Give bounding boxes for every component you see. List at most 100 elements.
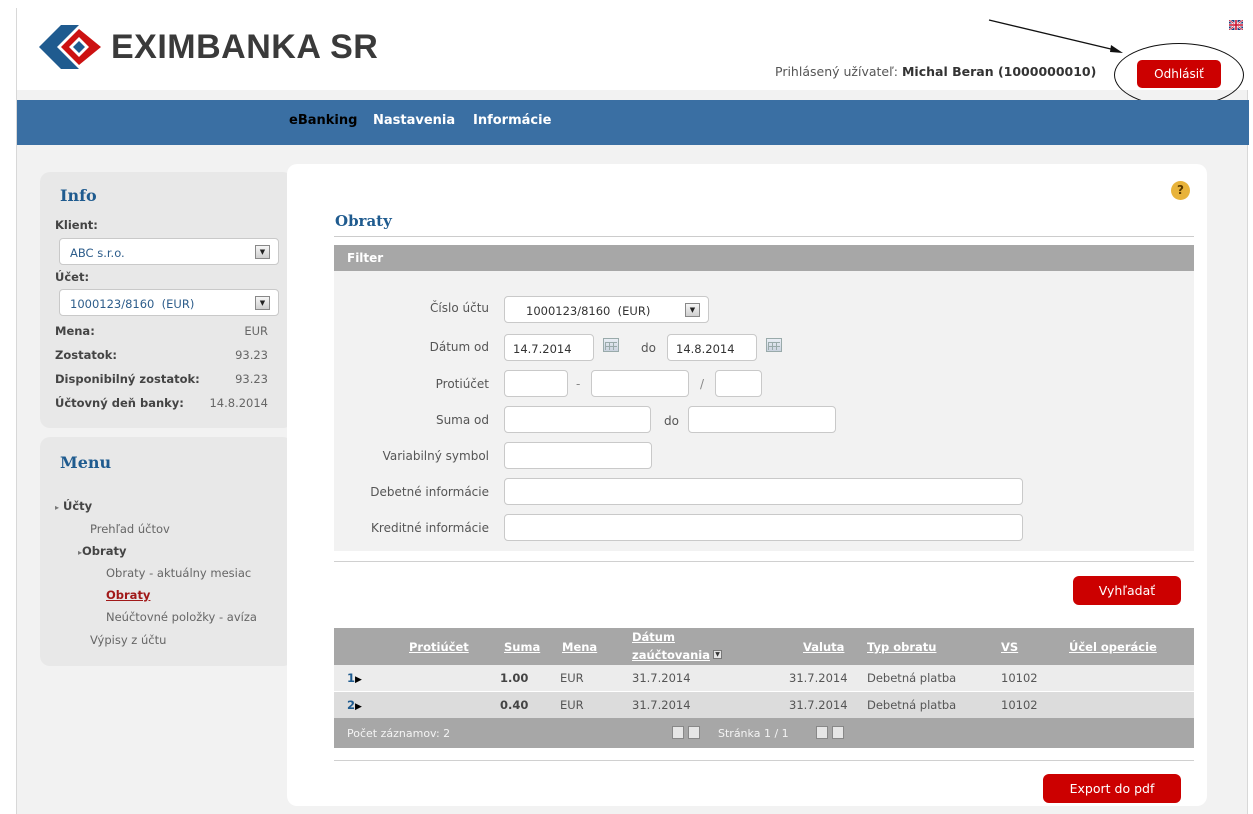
row-number: 1 bbox=[347, 671, 356, 685]
available-balance-label: Disponibilný zostatok: bbox=[55, 372, 200, 386]
client-label: Klient: bbox=[55, 218, 98, 232]
filter-account-value: 1000123/8160 (EUR) bbox=[526, 304, 651, 318]
debit-info-label: Debetné informácie bbox=[370, 485, 489, 499]
prev-page-icon[interactable] bbox=[688, 726, 700, 739]
expand-arrow-icon: ▶ bbox=[355, 675, 362, 685]
cell-vs: 10102 bbox=[1001, 671, 1038, 685]
variable-symbol-input[interactable] bbox=[504, 442, 652, 469]
chevron-down-icon[interactable]: ▼ bbox=[255, 245, 270, 259]
table-row[interactable]: 1▶ 1.00 EUR 31.7.2014 31.7.2014 Debetná … bbox=[334, 665, 1194, 691]
date-to-label: do bbox=[641, 341, 656, 355]
credit-info-input[interactable] bbox=[504, 514, 1023, 541]
menu-item-unposted-items[interactable]: Neúčtovné položky - avíza bbox=[106, 610, 257, 624]
cell-type: Debetná platba bbox=[867, 698, 957, 712]
column-header-valuta[interactable]: Valuta bbox=[803, 640, 844, 654]
currency-value: EUR bbox=[244, 324, 268, 338]
client-value: ABC s.r.o. bbox=[70, 246, 125, 260]
column-header-amount[interactable]: Suma bbox=[504, 640, 540, 654]
next-page-icon[interactable] bbox=[816, 726, 828, 739]
caret-right-icon: ▸ bbox=[55, 503, 60, 512]
first-page-icon[interactable] bbox=[672, 726, 684, 739]
counter-number-input[interactable] bbox=[591, 370, 689, 397]
credit-info-label: Kreditné informácie bbox=[371, 521, 489, 535]
eximbanka-logo[interactable]: EXIMBANKA SR bbox=[39, 25, 378, 69]
column-header-posting-date-2[interactable]: zaúčtovania bbox=[632, 648, 710, 662]
table-row[interactable]: 2▶ 0.40 EUR 31.7.2014 31.7.2014 Debetná … bbox=[334, 692, 1194, 718]
menu-item-turnovers-active[interactable]: Obraty bbox=[106, 588, 150, 602]
calendar-icon[interactable] bbox=[603, 338, 619, 352]
chevron-down-icon[interactable]: ▼ bbox=[255, 296, 270, 310]
menu-item-turnovers-current-month[interactable]: Obraty - aktuálny mesiac bbox=[106, 566, 251, 580]
row-expand-toggle[interactable]: 2▶ bbox=[347, 698, 362, 712]
column-header-posting-date[interactable]: Dátum bbox=[632, 630, 675, 644]
cell-amount: 1.00 bbox=[500, 671, 529, 685]
cell-vs: 10102 bbox=[1001, 698, 1038, 712]
variable-symbol-label: Variabilný symbol bbox=[382, 449, 489, 463]
cell-posting-date: 31.7.2014 bbox=[632, 671, 691, 685]
column-header-currency[interactable]: Mena bbox=[562, 640, 597, 654]
menu-item-statements[interactable]: Výpisy z účtu bbox=[90, 633, 166, 647]
logged-user-info: Prihlásený užívateľ: Michal Beran (10000… bbox=[775, 64, 1096, 79]
main-nav: eBanking Nastavenia Informácie bbox=[17, 100, 1249, 145]
info-title: Info bbox=[60, 186, 97, 205]
nav-settings[interactable]: Nastavenia bbox=[373, 113, 455, 128]
cell-currency: EUR bbox=[560, 698, 584, 712]
logout-button[interactable]: Odhlásiť bbox=[1137, 60, 1221, 88]
title-divider bbox=[334, 236, 1194, 237]
account-number-label: Číslo účtu bbox=[430, 301, 489, 315]
menu-item-accounts-overview[interactable]: Prehľad účtov bbox=[90, 522, 170, 536]
account-select[interactable]: 1000123/8160 (EUR) ▼ bbox=[59, 289, 279, 316]
export-pdf-button[interactable]: Export do pdf bbox=[1043, 774, 1181, 803]
table-footer: Počet záznamov: 2 Stránka 1 / 1 bbox=[334, 718, 1194, 748]
sort-arrow-icon[interactable]: ▼ bbox=[713, 650, 722, 659]
date-to-input[interactable]: 14.8.2014 bbox=[667, 334, 757, 361]
last-page-icon[interactable] bbox=[832, 726, 844, 739]
counter-separator-slash: / bbox=[700, 377, 705, 391]
menu-item-label: Účty bbox=[63, 499, 93, 513]
cell-type: Debetná platba bbox=[867, 671, 957, 685]
cell-posting-date: 31.7.2014 bbox=[632, 698, 691, 712]
amount-from-input[interactable] bbox=[504, 406, 651, 433]
counter-prefix-input[interactable] bbox=[504, 370, 568, 397]
export-divider bbox=[334, 760, 1194, 761]
column-header-type[interactable]: Typ obratu bbox=[867, 640, 936, 654]
cell-valuta: 31.7.2014 bbox=[789, 698, 848, 712]
uk-flag-icon[interactable] bbox=[1229, 20, 1243, 30]
menu-item-turnovers[interactable]: ▸Obraty bbox=[78, 544, 126, 558]
logo-diamond-icon bbox=[39, 25, 101, 69]
account-label: Účet: bbox=[55, 270, 90, 284]
filter-account-select[interactable]: 1000123/8160 (EUR) ▼ bbox=[504, 296, 709, 323]
calendar-icon[interactable] bbox=[766, 338, 782, 352]
expand-arrow-icon: ▶ bbox=[355, 702, 362, 712]
debit-info-input[interactable] bbox=[504, 478, 1023, 505]
search-button[interactable]: Vyhľadať bbox=[1073, 576, 1181, 605]
account-value: 1000123/8160 (EUR) bbox=[70, 297, 195, 311]
nav-information[interactable]: Informácie bbox=[473, 113, 551, 128]
amount-from-label: Suma od bbox=[435, 413, 489, 427]
column-header-counter-account[interactable]: Protiúčet bbox=[409, 640, 469, 654]
amount-to-input[interactable] bbox=[688, 406, 836, 433]
help-icon[interactable]: ? bbox=[1171, 181, 1190, 200]
counter-account-label: Protiúčet bbox=[435, 377, 489, 391]
bank-day-value: 14.8.2014 bbox=[209, 396, 268, 410]
column-header-vs[interactable]: VS bbox=[1001, 640, 1018, 654]
row-number: 2 bbox=[347, 698, 356, 712]
menu-item-accounts[interactable]: ▸ Účty bbox=[55, 499, 92, 513]
client-select[interactable]: ABC s.r.o. ▼ bbox=[59, 238, 279, 265]
nav-ebanking[interactable]: eBanking bbox=[289, 113, 357, 128]
available-balance-value: 93.23 bbox=[235, 372, 268, 386]
bank-day-label: Účtovný deň banky: bbox=[55, 396, 184, 410]
row-expand-toggle[interactable]: 1▶ bbox=[347, 671, 362, 685]
balance-label: Zostatok: bbox=[55, 348, 117, 362]
info-panel: Info Klient: ABC s.r.o. ▼ Účet: 1000123/… bbox=[40, 172, 293, 428]
date-from-input[interactable]: 14.7.2014 bbox=[504, 334, 594, 361]
chevron-down-icon[interactable]: ▼ bbox=[685, 303, 700, 317]
counter-separator-dash: - bbox=[576, 377, 581, 391]
filter-divider bbox=[334, 561, 1194, 562]
header: EXIMBANKA SR Prihlásený užívateľ: Michal… bbox=[17, 8, 1249, 107]
menu-title: Menu bbox=[60, 453, 112, 472]
brand-name: EXIMBANKA SR bbox=[111, 27, 379, 66]
counter-bank-input[interactable] bbox=[715, 370, 762, 397]
user-name: Michal Beran (1000000010) bbox=[901, 64, 1097, 79]
column-header-purpose[interactable]: Účel operácie bbox=[1069, 640, 1157, 654]
